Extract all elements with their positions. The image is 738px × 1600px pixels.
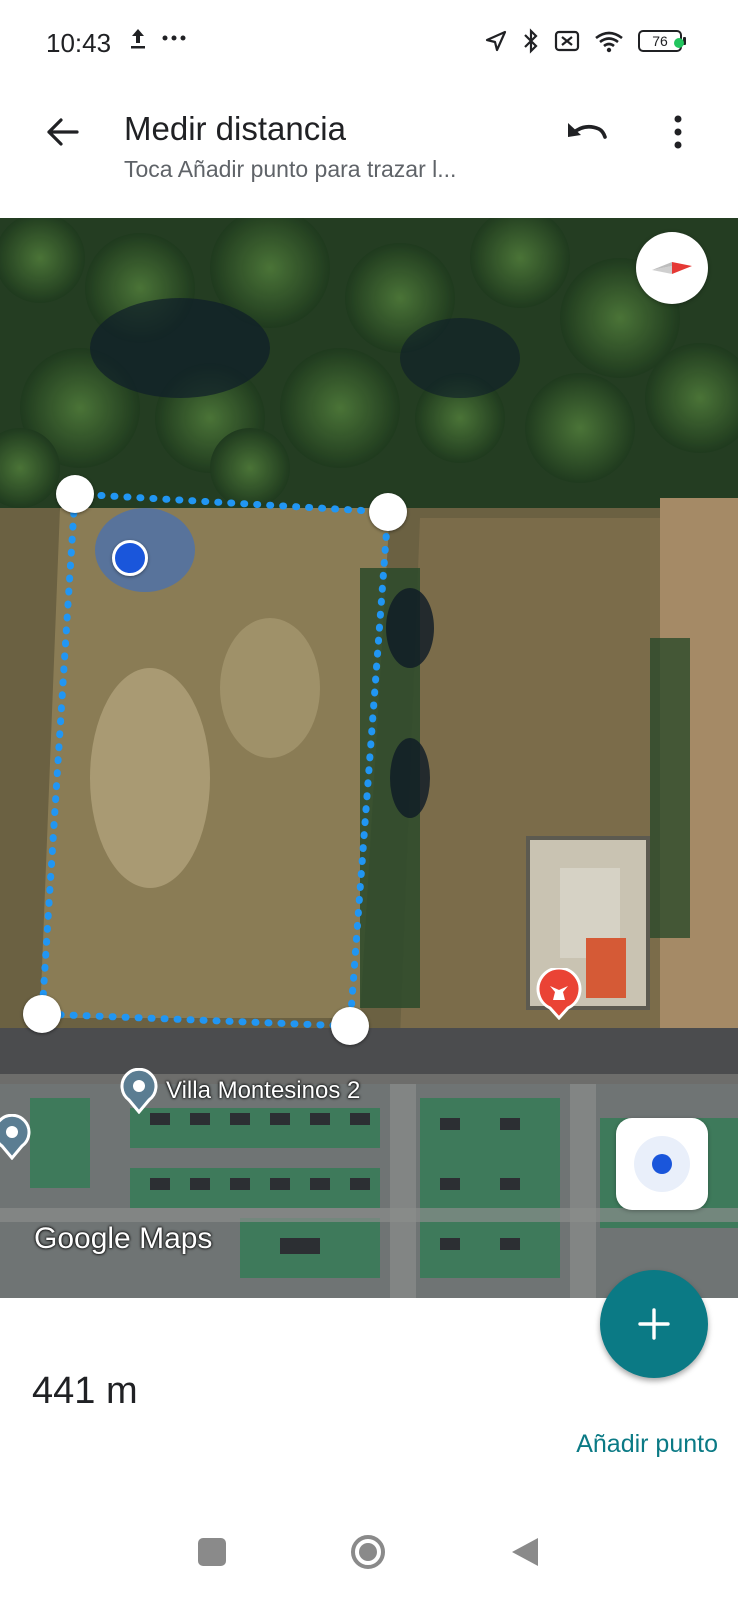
plus-icon <box>638 1308 670 1340</box>
compass-icon <box>652 262 692 274</box>
upload-icon <box>131 29 145 49</box>
more-options-button[interactable] <box>652 106 704 158</box>
page-title: Medir distancia <box>124 110 346 147</box>
add-point-button[interactable]: Añadir punto <box>576 1430 718 1459</box>
place-pin-icon <box>120 1068 158 1114</box>
bluetooth-icon <box>524 28 538 54</box>
route-vertex[interactable] <box>56 475 94 513</box>
location-arrow-icon <box>485 30 507 52</box>
page-subtitle: Toca Añadir punto para trazar l... <box>124 156 457 182</box>
business-pin-icon[interactable] <box>536 966 582 1025</box>
distance-value: 441 m <box>32 1370 138 1412</box>
no-sim-icon <box>554 30 580 52</box>
more-vert-icon <box>674 115 682 149</box>
add-point-fab[interactable] <box>600 1270 708 1378</box>
undo-button[interactable] <box>558 106 614 158</box>
google-maps-watermark: Google Maps <box>34 1222 213 1255</box>
recents-button[interactable] <box>198 1538 226 1566</box>
active-indicator-dot <box>674 38 684 48</box>
more-dots-icon <box>162 35 186 41</box>
system-nav-bar <box>0 1500 738 1600</box>
map-view[interactable]: Villa Montesinos 2 Google Maps <box>0 218 738 1298</box>
my-location-icon <box>634 1136 690 1192</box>
status-time: 10:43 <box>46 28 112 58</box>
undo-icon <box>568 123 607 139</box>
home-button[interactable] <box>350 1534 386 1570</box>
arrow-back-icon <box>47 118 79 146</box>
status-bar: 10:43 76 <box>0 0 738 90</box>
nav-back-button[interactable] <box>510 1536 540 1568</box>
app-bar: Medir distancia Toca Añadir punto para t… <box>0 90 738 218</box>
current-location-dot <box>112 540 148 576</box>
back-button[interactable] <box>36 106 88 158</box>
place-name: Villa Montesinos 2 <box>166 1077 361 1104</box>
route-vertex[interactable] <box>331 1007 369 1045</box>
place-label[interactable]: Villa Montesinos 2 <box>120 1068 360 1114</box>
my-location-button[interactable] <box>616 1118 708 1210</box>
wifi-icon <box>595 31 623 53</box>
route-vertex[interactable] <box>23 995 61 1033</box>
compass-button[interactable] <box>636 232 708 304</box>
place-pin-icon[interactable] <box>0 1113 32 1165</box>
route-vertex[interactable] <box>369 493 407 531</box>
